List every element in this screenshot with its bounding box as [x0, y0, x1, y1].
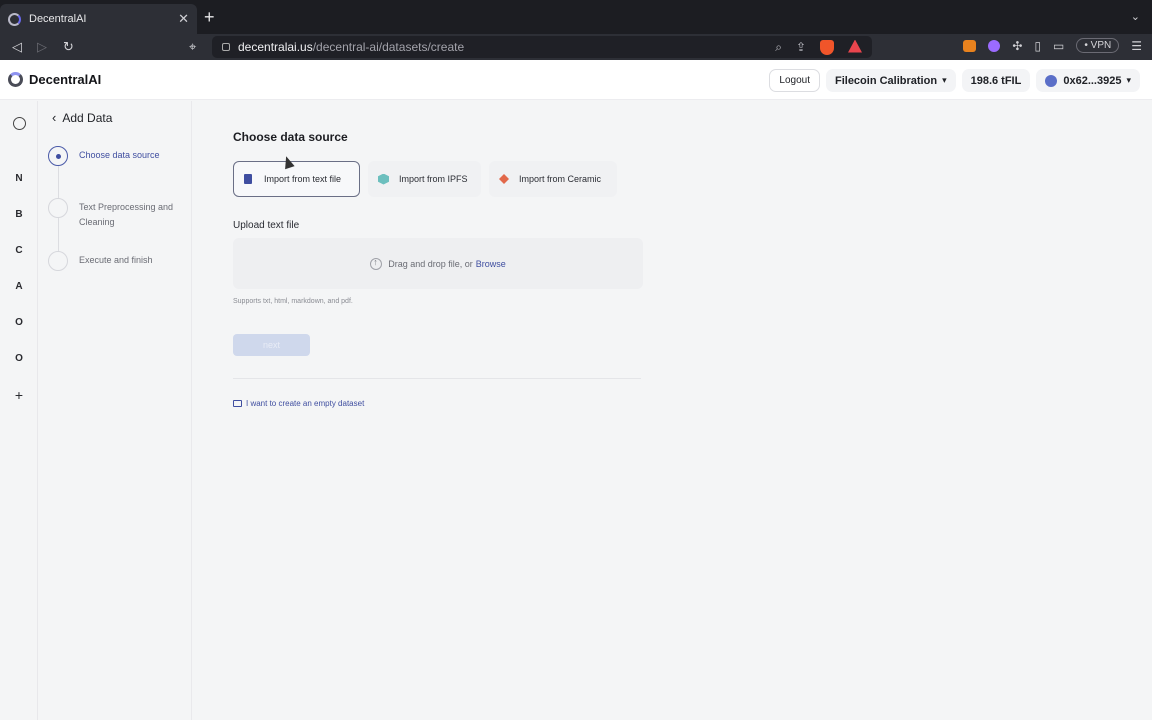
url-host: decentralai.us [238, 40, 313, 54]
app-header: DecentralAI Logout Filecoin Calibration … [0, 60, 1152, 100]
browser-toolbar: ◁ ▷ ↻ ⌖ decentralai.us /decentral-ai/dat… [0, 34, 1152, 60]
back-icon[interactable]: ◁ [12, 38, 22, 56]
menu-icon[interactable]: ☰ [1131, 39, 1142, 53]
ipfs-icon [378, 173, 389, 185]
upload-icon [370, 257, 383, 270]
chevron-down-icon: ▾ [1126, 75, 1131, 85]
add-workspace-button[interactable]: + [0, 387, 38, 403]
logout-button[interactable]: Logout [769, 69, 820, 92]
step-label: Execute and finish [79, 255, 153, 265]
step-choose-source[interactable]: Choose data source [48, 146, 187, 166]
dropzone-text: Drag and drop file, or [388, 258, 473, 269]
network-selector[interactable]: Filecoin Calibration ▾ [825, 69, 956, 92]
step-indicator [48, 198, 68, 218]
folder-icon [233, 400, 242, 407]
zoom-icon[interactable]: ⌕ [775, 40, 782, 55]
step-execute[interactable]: Execute and finish [48, 251, 187, 271]
import-ceramic-button[interactable]: Import from Ceramic [489, 161, 617, 197]
explore-button[interactable] [0, 117, 38, 133]
chevron-down-icon: ▾ [942, 75, 947, 85]
rail-item-b[interactable]: B [0, 209, 38, 220]
sidebar-toggle-icon[interactable]: ▯ [1034, 39, 1041, 53]
import-ipfs-button[interactable]: Import from IPFS [368, 161, 481, 197]
browser-tab[interactable]: DecentralAI ✕ [0, 4, 197, 34]
workspace-rail: N B C A O O + [0, 101, 38, 720]
vpn-button[interactable]: • VPN [1076, 38, 1120, 53]
empty-dataset-label: I want to create an empty dataset [246, 399, 365, 408]
upload-title: Upload text file [233, 220, 300, 231]
next-button[interactable]: next [233, 334, 310, 356]
wallet-avatar-icon [1045, 74, 1058, 87]
logo-icon [8, 72, 23, 87]
brave-shields-icon[interactable] [820, 39, 834, 55]
step-indicator [48, 251, 68, 271]
back-button[interactable]: ‹ Add Data [52, 110, 112, 125]
app-logo[interactable]: DecentralAI [8, 72, 101, 87]
browser-tab-strip: DecentralAI ✕ + ⌄ [0, 0, 1152, 34]
balance-badge: 198.6 tFIL [961, 69, 1031, 92]
source-label: Import from Ceramic [519, 174, 602, 184]
share-icon[interactable]: ⇪ [796, 40, 806, 55]
document-icon [244, 174, 252, 184]
address-bar[interactable]: decentralai.us /decentral-ai/datasets/cr… [212, 36, 872, 58]
extensions-area: ✣ ▯ ▭ • VPN ☰ [963, 38, 1142, 53]
source-label: Import from text file [264, 174, 342, 184]
step-indicator-active [48, 146, 68, 166]
puzzle-icon[interactable]: ✣ [1012, 39, 1022, 53]
step-label: Choose data source [79, 150, 160, 160]
source-label: Import from IPFS [399, 174, 468, 184]
reload-icon[interactable]: ↻ [63, 38, 74, 56]
wallet-selector[interactable]: 0x62...3925 ▾ [1036, 69, 1140, 92]
step-label: Text Preprocessing and Cleaning [79, 202, 174, 227]
chevron-left-icon: ‹ [52, 110, 57, 125]
rail-item-n[interactable]: N [0, 173, 38, 184]
browse-link[interactable]: Browse [476, 259, 506, 269]
lock-icon [222, 43, 230, 51]
import-text-file-button[interactable]: Import from text file [233, 161, 360, 197]
extension-icon[interactable] [988, 39, 1001, 52]
close-icon[interactable]: ✕ [178, 11, 189, 27]
tab-title: DecentralAI [29, 13, 87, 25]
wallet-address: 0x62...3925 [1063, 74, 1122, 87]
brave-rewards-icon[interactable] [848, 39, 862, 53]
create-empty-dataset-link[interactable]: I want to create an empty dataset [233, 399, 364, 408]
app-name: DecentralAI [29, 72, 102, 87]
ceramic-icon [499, 174, 509, 184]
forward-icon[interactable]: ▷ [37, 38, 47, 56]
rail-item-o-2[interactable]: O [0, 353, 38, 364]
bookmark-icon[interactable]: ⌖ [189, 38, 196, 56]
rail-item-a[interactable]: A [0, 281, 38, 292]
decentralai-favicon-icon [8, 12, 21, 26]
network-label: Filecoin Calibration [834, 74, 938, 87]
rail-item-c[interactable]: C [0, 245, 38, 256]
metamask-icon[interactable] [963, 39, 977, 52]
supported-formats-hint: Supports txt, html, markdown, and pdf. [233, 298, 353, 305]
divider [233, 378, 641, 379]
compass-icon [12, 117, 26, 130]
wallet-icon[interactable]: ▭ [1053, 39, 1064, 53]
rail-item-o-1[interactable]: O [0, 317, 38, 328]
new-tab-button[interactable]: + [204, 8, 215, 26]
tab-list-chevron-icon[interactable]: ⌄ [1131, 10, 1140, 23]
back-label: Add Data [62, 110, 113, 125]
step-sidebar: ‹ Add Data Choose data source Text Prepr… [38, 101, 192, 720]
step-preprocessing[interactable]: Text Preprocessing and Cleaning [48, 198, 187, 230]
section-title: Choose data source [233, 130, 348, 144]
file-dropzone[interactable]: Drag and drop file, or Browse [233, 238, 643, 289]
url-path: /decentral-ai/datasets/create [312, 40, 465, 54]
